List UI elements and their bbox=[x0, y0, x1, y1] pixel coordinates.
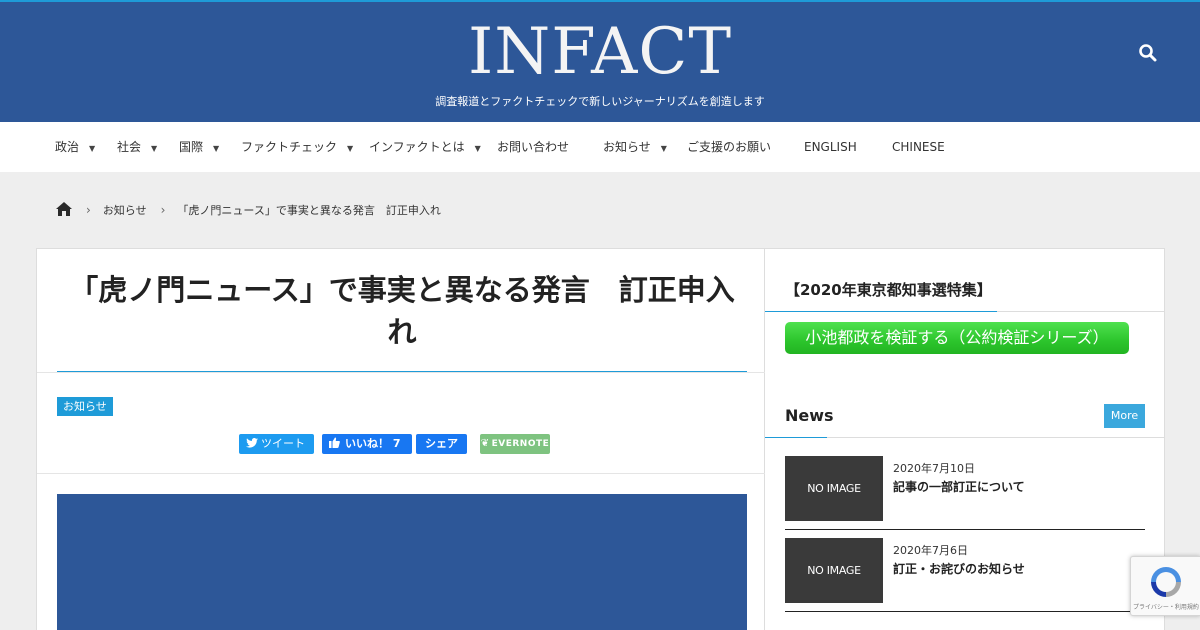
news-heading: News bbox=[785, 406, 834, 425]
evernote-button[interactable]: ❦ EVERNOTE bbox=[480, 434, 550, 454]
nav-item-international[interactable]: 国際 ▼ bbox=[179, 122, 219, 172]
nav-item-news[interactable]: お知らせ ▼ bbox=[603, 122, 667, 172]
nav-item-politics[interactable]: 政治 ▼ bbox=[55, 122, 95, 172]
news-thumbnail: NO IMAGE bbox=[785, 456, 883, 521]
main-nav: 政治 ▼ 社会 ▼ 国際 ▼ ファクトチェック ▼ インファクトとは ▼ お問い合わせ お… bbox=[0, 122, 1200, 172]
tweet-label: ツイート bbox=[261, 437, 305, 450]
nav-label: CHINESE bbox=[892, 140, 945, 154]
caret-down-icon: ▼ bbox=[151, 144, 158, 153]
sidebar: 【2020年東京都知事選特集】 小池都政を検証する（公約検証シリーズ） News… bbox=[765, 248, 1165, 630]
home-icon[interactable] bbox=[56, 201, 72, 219]
more-button[interactable]: More bbox=[1104, 404, 1145, 428]
breadcrumb: › お知らせ › 「虎ノ門ニュース」で事実と異なる発言 訂正申入れ bbox=[56, 200, 441, 220]
tweet-button[interactable]: ツイート bbox=[239, 434, 314, 454]
nav-item-society[interactable]: 社会 ▼ bbox=[117, 122, 157, 172]
caret-down-icon: ▼ bbox=[474, 144, 481, 153]
nav-item-factcheck[interactable]: ファクトチェック ▼ bbox=[241, 122, 353, 172]
nav-label: 国際 bbox=[179, 140, 204, 154]
site-logo[interactable]: INFACT bbox=[0, 14, 1200, 90]
caret-down-icon: ▼ bbox=[347, 144, 354, 153]
facebook-share-button[interactable]: シェア bbox=[416, 434, 467, 454]
news-underline-rest bbox=[827, 437, 1164, 438]
category-badge[interactable]: お知らせ bbox=[57, 397, 113, 416]
nav-item-about[interactable]: インファクトとは ▼ bbox=[369, 122, 481, 172]
breadcrumb-link-news[interactable]: お知らせ bbox=[103, 202, 147, 218]
news-item[interactable]: NO IMAGE 2020年7月6日 訂正・お詫びのお知らせ bbox=[785, 538, 1145, 612]
nav-label: ファクトチェック bbox=[241, 140, 338, 154]
widget-underline bbox=[765, 311, 997, 312]
nav-label: 政治 bbox=[55, 140, 80, 154]
news-date: 2020年7月10日 bbox=[893, 462, 975, 475]
tokyo-governor-review-button[interactable]: 小池都政を検証する（公約検証シリーズ） bbox=[785, 322, 1129, 354]
news-item[interactable]: NO IMAGE 2020年7月10日 記事の一部訂正について bbox=[785, 456, 1145, 530]
thumbs-up-icon bbox=[329, 437, 340, 448]
news-headline[interactable]: 記事の一部訂正について bbox=[893, 478, 1025, 495]
nav-item-english[interactable]: ENGLISH bbox=[804, 122, 857, 172]
divider bbox=[37, 473, 766, 474]
nav-label: 社会 bbox=[117, 140, 142, 154]
evernote-label: EVERNOTE bbox=[491, 439, 550, 449]
breadcrumb-current: 「虎ノ門ニュース」で事実と異なる発言 訂正申入れ bbox=[177, 204, 441, 217]
article-card: 「虎ノ門ニュース」で事実と異なる発言 訂正申入れ お知らせ ツイート いいね！ … bbox=[36, 248, 766, 630]
nav-item-chinese[interactable]: CHINESE bbox=[892, 122, 945, 172]
divider bbox=[37, 372, 766, 373]
chevron-right-icon: › bbox=[86, 203, 91, 217]
nav-label: お問い合わせ bbox=[497, 140, 570, 154]
caret-down-icon: ▼ bbox=[89, 144, 96, 153]
article-title: 「虎ノ門ニュース」で事実と異なる発言 訂正申入れ bbox=[69, 273, 735, 349]
nav-item-contact[interactable]: お問い合わせ bbox=[497, 122, 569, 172]
like-label: いいね！ 7 bbox=[345, 437, 401, 450]
nav-label: インファクトとは bbox=[369, 140, 465, 154]
recaptcha-icon bbox=[1151, 567, 1181, 597]
like-button[interactable]: いいね！ 7 bbox=[322, 434, 412, 454]
news-separator bbox=[785, 611, 1145, 612]
news-thumbnail: NO IMAGE bbox=[785, 538, 883, 603]
featured-image bbox=[57, 494, 747, 630]
caret-down-icon: ▼ bbox=[660, 144, 667, 153]
site-tagline: 調査報道とファクトチェックで新しいジャーナリズムを創造します bbox=[435, 95, 765, 108]
news-underline bbox=[765, 437, 827, 438]
widget-underline-rest bbox=[997, 311, 1164, 312]
search-icon[interactable] bbox=[1138, 43, 1158, 63]
widget-title: 【2020年東京都知事選特集】 bbox=[785, 281, 992, 299]
caret-down-icon: ▼ bbox=[213, 144, 220, 153]
news-separator bbox=[785, 529, 1145, 530]
site-header: INFACT 調査報道とファクトチェックで新しいジャーナリズムを創造します bbox=[0, 2, 1200, 122]
recaptcha-text[interactable]: プライバシー・利用規約 bbox=[1131, 602, 1200, 611]
nav-label: ご支援のお願い bbox=[687, 140, 772, 154]
nav-label: お知らせ bbox=[603, 140, 651, 154]
twitter-icon bbox=[246, 438, 258, 448]
chevron-right-icon: › bbox=[160, 203, 166, 217]
evernote-icon: ❦ bbox=[480, 438, 490, 449]
nav-label: ENGLISH bbox=[804, 140, 857, 154]
nav-item-support[interactable]: ご支援のお願い bbox=[687, 122, 771, 172]
recaptcha-badge[interactable]: プライバシー・利用規約 bbox=[1130, 556, 1200, 616]
news-headline[interactable]: 訂正・お詫びのお知らせ bbox=[893, 560, 1025, 577]
news-date: 2020年7月6日 bbox=[893, 544, 968, 557]
